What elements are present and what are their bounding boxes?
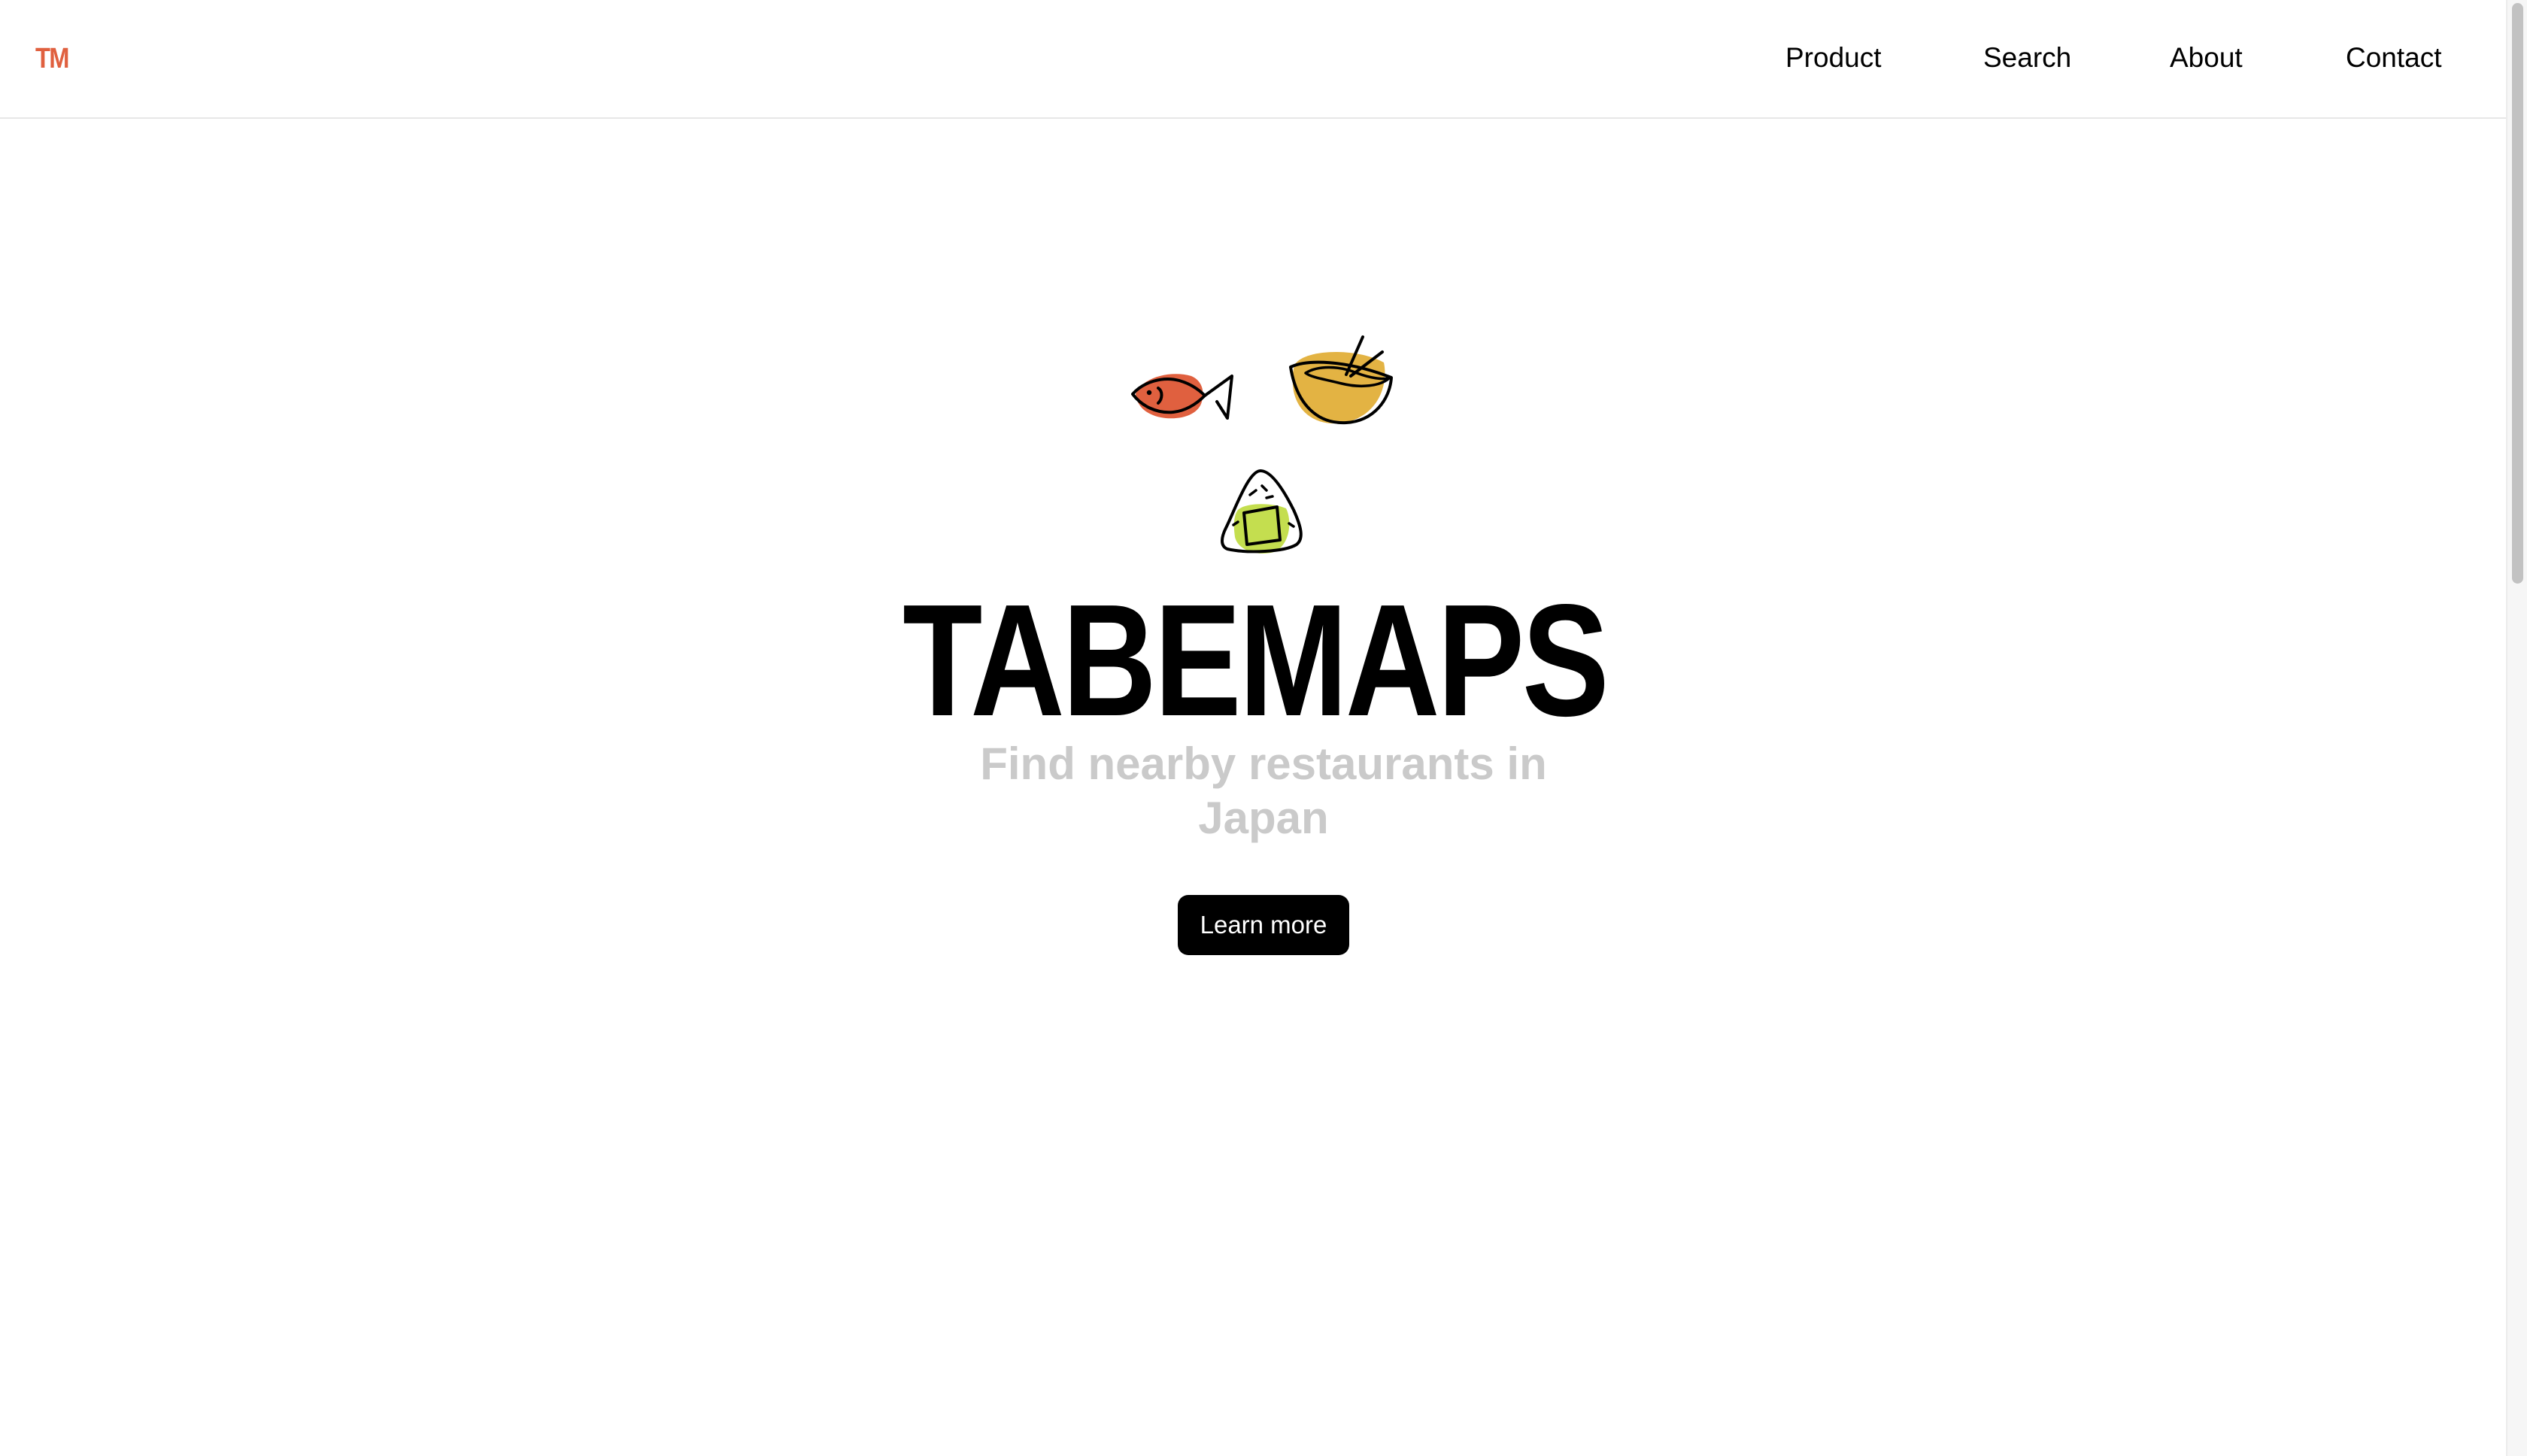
nav-about-link[interactable]: About (2170, 39, 2243, 77)
top-navigation-bar: TM Product Search About Contact (0, 0, 2506, 119)
food-illustrations (1113, 331, 1414, 564)
nav-contact-link[interactable]: Contact (2346, 39, 2442, 77)
hero-subtitle: Find nearby restaurants in Japan (980, 739, 1547, 843)
nav-search-link[interactable]: Search (1983, 39, 2071, 77)
learn-more-button[interactable]: Learn more (1178, 895, 1349, 955)
vertical-scrollbar[interactable] (2506, 0, 2527, 1456)
scrollbar-thumb[interactable] (2512, 3, 2523, 584)
nav-product-link[interactable]: Product (1785, 39, 1882, 77)
fish-icon (1131, 374, 1233, 420)
onigiri-icon (1221, 469, 1303, 554)
logo[interactable]: TM (35, 42, 69, 75)
ramen-bowl-icon (1289, 335, 1393, 425)
hero-title: TABEMAPS (902, 571, 1609, 749)
